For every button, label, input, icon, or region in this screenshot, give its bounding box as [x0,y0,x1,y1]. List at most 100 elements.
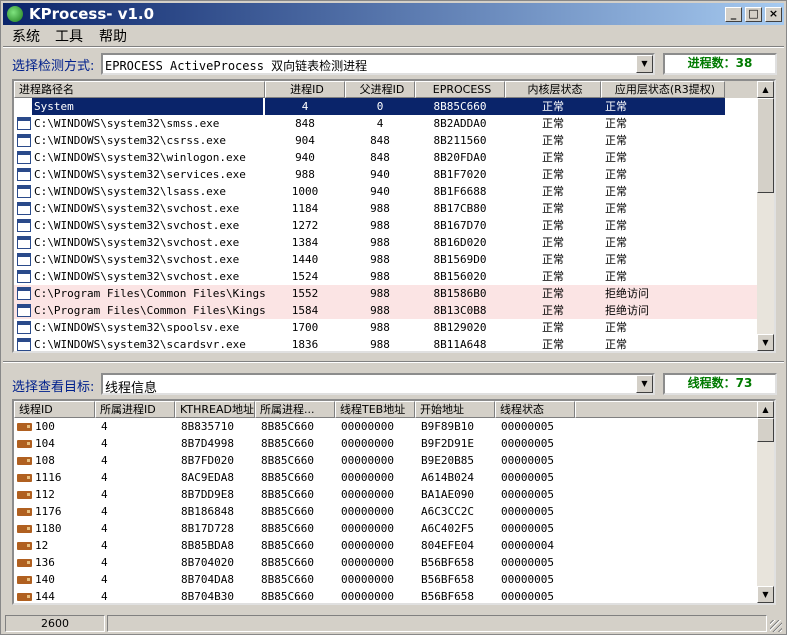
thread-cell: 4 [101,471,108,484]
section-divider[interactable] [3,361,784,363]
view-target-select[interactable]: 线程信息 ▼ [101,373,655,396]
thread-col-header[interactable]: 所属进程ID [95,401,175,418]
process-cell: 8B1569D0 [433,253,487,266]
process-cell: 1272 [291,219,319,232]
process-cell: 1440 [291,253,319,266]
process-cell: 8B211560 [433,134,487,147]
process-cell: 1524 [291,270,319,283]
process-col-header[interactable]: 进程路径名 [14,81,265,98]
thread-row[interactable]: 144 4 8B704B30 8B85C660 00000000 B56BF658 0000… [14,588,757,603]
process-row[interactable]: C:\WINDOWS\system32\svchost.exe 1184 988 8B… [14,200,757,217]
thread-col-header[interactable]: KTHREAD地址 [175,401,255,418]
process-cell: 8B20FDA0 [433,151,487,164]
thread-cell: 00000000 [341,539,394,552]
process-row[interactable]: System 4 0 8B85C660 正常 正常 [14,98,757,115]
process-row[interactable]: C:\WINDOWS\system32\svchost.exe 1384 988 8B… [14,234,757,251]
status-bar: 2600 [3,614,784,634]
process-window-icon [17,236,31,249]
thread-cell: 00000000 [341,590,394,603]
thread-row[interactable]: 104 4 8B7D4998 8B85C660 00000000 B9F2D91E 0000… [14,435,757,452]
thread-col-header[interactable]: 线程ID [14,401,95,418]
minimize-button[interactable]: _ [725,7,742,22]
process-row[interactable]: C:\Program Files\Common Files\Kings... 15… [14,302,757,319]
thread-col-header[interactable]: 线程状态 [495,401,575,418]
process-scrollbar[interactable]: ▲ ▼ [757,81,774,351]
thread-cell: B9F89B10 [421,420,474,433]
thread-row[interactable]: 1116 4 8AC9EDA8 8B85C660 00000000 A614B024 000… [14,469,757,486]
thread-row[interactable]: 140 4 8B704DA8 8B85C660 00000000 B56BF658 0000… [14,571,757,588]
thread-col-header[interactable]: 线程TEB地址 [335,401,415,418]
process-cell: 正常 [605,338,627,351]
resize-grip-icon[interactable] [770,620,782,632]
thread-cell: B56BF658 [421,590,474,603]
process-cell: C:\WINDOWS\system32\svchost.exe [34,219,240,232]
menu-tools[interactable]: 工具 [55,26,83,46]
process-cell: 1000 [291,185,319,198]
thread-cell: 8B85C660 [261,590,314,603]
process-cell: 正常 [605,219,627,232]
process-row[interactable]: C:\WINDOWS\system32\svchost.exe 1272 988 8B… [14,217,757,234]
process-cell: 正常 [542,270,564,283]
scroll-up-icon[interactable]: ▲ [757,81,774,98]
thread-cell: 00000000 [341,573,394,586]
close-button[interactable]: × [765,7,782,22]
process-list[interactable]: 进程路径名 进程ID 父进程ID EPROCESS 内核层状态 应用层状态(R3提权) S… [12,79,776,353]
process-col-header[interactable]: 进程ID [265,81,345,98]
thread-cell: 4 [101,573,108,586]
thread-row[interactable]: 12 4 8B85BDA8 8B85C660 00000000 804EFE04 00000… [14,537,757,554]
process-row[interactable]: C:\WINDOWS\system32\lsass.exe 1000 940 8B1F… [14,183,757,200]
process-cell: C:\Program Files\Common Files\Kings... [34,304,265,317]
menu-help[interactable]: 帮助 [99,26,127,46]
thread-row[interactable]: 1176 4 8B186848 8B85C660 00000000 A6C3CC2C 000… [14,503,757,520]
process-cell: 拒绝访问 [605,287,649,300]
scroll-thumb[interactable] [757,98,774,193]
scroll-up-icon[interactable]: ▲ [757,401,774,418]
thread-cell: 8B835710 [181,420,234,433]
process-row[interactable]: C:\Program Files\Common Files\Kings... 15… [14,285,757,302]
scroll-thumb[interactable] [757,418,774,442]
process-cell: 1184 [291,202,319,215]
process-window-icon [17,287,31,300]
scroll-down-icon[interactable]: ▼ [757,334,774,351]
thread-cell: 00000005 [501,488,554,501]
thread-cell: 804EFE04 [421,539,474,552]
process-row[interactable]: C:\WINDOWS\system32\spoolsv.exe 1700 988 8B… [14,319,757,336]
thread-row[interactable]: 136 4 8B704020 8B85C660 00000000 B56BF658 0000… [14,554,757,571]
thread-row[interactable]: 100 4 8B835710 8B85C660 00000000 B9F89B10 0000… [14,418,757,435]
title-bar[interactable]: KProcess- v1.0 _ □ × [3,3,784,25]
process-col-header[interactable]: 父进程ID [345,81,415,98]
thread-cell: 8B85C660 [261,437,314,450]
process-list-header: 进程路径名 进程ID 父进程ID EPROCESS 内核层状态 应用层状态(R3提权) [14,81,758,98]
menu-system[interactable]: 系统 [12,26,40,46]
scroll-down-icon[interactable]: ▼ [757,586,774,603]
chevron-down-icon[interactable]: ▼ [636,55,653,73]
thread-scrollbar[interactable]: ▲ ▼ [757,401,774,603]
process-row[interactable]: C:\WINDOWS\system32\svchost.exe 1440 988 8B… [14,251,757,268]
process-row[interactable]: C:\WINDOWS\system32\scardsvr.exe 1836 988 8… [14,336,757,351]
detect-method-select[interactable]: EPROCESS ActiveProcess 双向链表检测进程 ▼ [101,53,655,75]
process-window-icon [17,219,31,232]
process-col-header[interactable]: 内核层状态 [505,81,601,98]
thread-row[interactable]: 1180 4 8B17D728 8B85C660 00000000 A6C402F5 000… [14,520,757,537]
process-row[interactable]: C:\WINDOWS\system32\smss.exe 848 4 8B2ADDA0… [14,115,757,132]
thread-col-header[interactable]: 开始地址 [415,401,495,418]
thread-list[interactable]: 线程ID 所属进程ID KTHREAD地址 所属进程... 线程TEB地址 开始地址 线程状… [12,399,776,605]
chevron-down-icon[interactable]: ▼ [636,375,653,393]
thread-row[interactable]: 112 4 8B7DD9E8 8B85C660 00000000 BA1AE090 0000… [14,486,757,503]
thread-cell: 4 [101,437,108,450]
process-row[interactable]: C:\WINDOWS\system32\csrss.exe 904 848 8B211… [14,132,757,149]
process-row[interactable]: C:\WINDOWS\system32\services.exe 988 940 8B… [14,166,757,183]
process-cell: 正常 [605,151,627,164]
app-icon [7,6,23,22]
process-window-icon [17,321,31,334]
thread-cell: 12 [35,539,49,552]
thread-cell: 8B85C660 [261,420,314,433]
process-row[interactable]: C:\WINDOWS\system32\svchost.exe 1524 988 8B… [14,268,757,285]
process-col-header[interactable]: 应用层状态(R3提权) [601,81,725,98]
thread-col-header[interactable]: 所属进程... [255,401,335,418]
process-col-header[interactable]: EPROCESS [415,81,505,98]
process-row[interactable]: C:\WINDOWS\system32\winlogon.exe 940 848 8B… [14,149,757,166]
process-cell: 848 [295,117,315,130]
thread-row[interactable]: 108 4 8B7FD020 8B85C660 00000000 B9E20B85 0000… [14,452,757,469]
maximize-button[interactable]: □ [745,7,762,22]
